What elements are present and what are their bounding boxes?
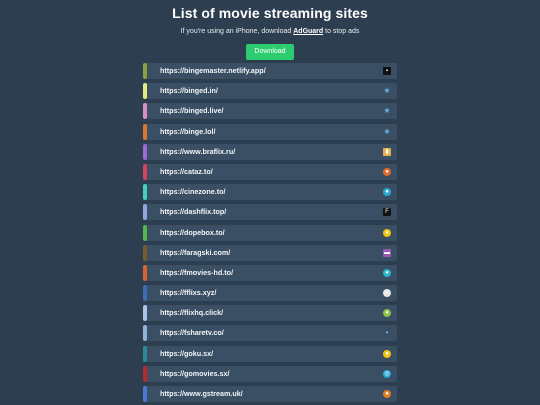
subtitle-text-suffix: to stop ads bbox=[323, 28, 360, 35]
page: List of movie streaming sites If you're … bbox=[0, 0, 540, 405]
accent-bar bbox=[143, 63, 147, 79]
site-url-link[interactable]: https://dashflix.top/ bbox=[160, 204, 226, 220]
subtitle: If you're using an iPhone, download AdGu… bbox=[0, 27, 540, 37]
fflixs-icon: ◐ bbox=[383, 289, 391, 298]
fmovies-icon: ● bbox=[383, 268, 391, 277]
cinezone-icon: ● bbox=[383, 188, 391, 197]
site-list-item[interactable]: https://goku.sx/ ● bbox=[143, 345, 397, 362]
dashflix-icon: F bbox=[383, 208, 391, 217]
site-url-link[interactable]: https://binged.live/ bbox=[160, 103, 224, 119]
flixhq-icon: ● bbox=[383, 309, 391, 318]
site-list-item[interactable]: https://dashflix.top/F bbox=[143, 204, 397, 221]
subtitle-text: If you're using an iPhone, download bbox=[180, 28, 294, 35]
accent-bar bbox=[143, 365, 147, 382]
accent-bar bbox=[143, 163, 147, 180]
site-list-item[interactable]: https://www.braflix.ru/ ▮ bbox=[143, 143, 397, 160]
popcorn-icon: ▮ bbox=[383, 147, 391, 156]
accent-bar bbox=[143, 143, 147, 160]
accent-bar bbox=[143, 184, 147, 201]
accent-bar bbox=[143, 103, 147, 120]
site-url-link[interactable]: https://cinezone.to/ bbox=[160, 184, 225, 200]
fsharetv-icon: • bbox=[385, 328, 389, 338]
accent-bar bbox=[143, 244, 147, 261]
star-icon: ★ bbox=[383, 126, 391, 136]
site-list-item[interactable]: https://www.gstream.uk/ ● bbox=[143, 386, 397, 402]
site-list-item[interactable]: https://fflixs.xyz/ ◐ bbox=[143, 285, 397, 302]
accent-bar bbox=[143, 204, 147, 221]
accent-bar bbox=[143, 345, 147, 362]
site-url-link[interactable]: https://goku.sx/ bbox=[160, 346, 213, 362]
site-url-link[interactable]: https://dopebox.to/ bbox=[160, 225, 225, 241]
site-list-item[interactable]: https://binged.in/ ★ bbox=[143, 83, 397, 100]
accent-bar bbox=[143, 264, 147, 281]
adguard-link[interactable]: AdGuard bbox=[293, 28, 323, 35]
goku-icon: ● bbox=[383, 349, 391, 358]
site-list-item[interactable]: https://gomovies.sx/ ◎ bbox=[143, 365, 397, 382]
download-wrap: Download bbox=[0, 40, 540, 60]
download-button[interactable]: Download bbox=[246, 44, 294, 60]
accent-bar bbox=[143, 305, 147, 322]
site-list-item[interactable]: https://fmovies-hd.to/ ● bbox=[143, 264, 397, 281]
site-url-link[interactable]: https://fflixs.xyz/ bbox=[160, 285, 216, 301]
film-icon: ▪ bbox=[383, 67, 391, 75]
site-list-item[interactable]: https://dopebox.to/ ● bbox=[143, 224, 397, 241]
site-url-link[interactable]: https://bingemaster.netlify.app/ bbox=[160, 63, 266, 79]
site-list-item[interactable]: https://cataz.to/ ● bbox=[143, 163, 397, 180]
site-url-link[interactable]: https://binge.lol/ bbox=[160, 124, 216, 140]
site-url-link[interactable]: https://faragski.com/ bbox=[160, 245, 230, 261]
accent-bar bbox=[143, 224, 147, 241]
gstream-icon: ● bbox=[383, 390, 391, 398]
site-url-link[interactable]: https://flixhq.click/ bbox=[160, 305, 223, 321]
accent-bar bbox=[143, 83, 147, 100]
site-list-item[interactable]: https://cinezone.to/ ● bbox=[143, 184, 397, 201]
site-list-item[interactable]: https://flixhq.click/ ● bbox=[143, 305, 397, 322]
accent-bar bbox=[143, 123, 147, 140]
cataz-icon: ● bbox=[383, 167, 391, 176]
accent-bar bbox=[143, 386, 147, 402]
accent-bar bbox=[143, 285, 147, 302]
site-list: https://bingemaster.netlify.app/▪ https:/… bbox=[143, 63, 397, 405]
site-url-link[interactable]: https://gomovies.sx/ bbox=[160, 366, 230, 382]
gomovies-icon: ◎ bbox=[383, 369, 391, 378]
site-url-link[interactable]: https://fsharetv.co/ bbox=[160, 325, 224, 341]
star-icon: ★ bbox=[383, 106, 391, 116]
site-list-item[interactable]: https://binge.lol/ ★ bbox=[143, 123, 397, 140]
site-url-link[interactable]: https://www.gstream.uk/ bbox=[160, 386, 243, 402]
dopebox-icon: ● bbox=[383, 228, 391, 237]
site-list-item[interactable]: https://binged.live/ ★ bbox=[143, 103, 397, 120]
site-url-link[interactable]: https://fmovies-hd.to/ bbox=[160, 265, 233, 281]
site-url-link[interactable]: https://cataz.to/ bbox=[160, 164, 213, 180]
page-title: List of movie streaming sites bbox=[172, 5, 368, 21]
site-list-item[interactable]: https://faragski.com/ ▬ bbox=[143, 244, 397, 261]
accent-bar bbox=[143, 325, 147, 342]
faragski-icon: ▬ bbox=[383, 248, 391, 257]
site-url-link[interactable]: https://binged.in/ bbox=[160, 83, 218, 99]
site-list-item[interactable]: https://bingemaster.netlify.app/ ▪ bbox=[143, 63, 397, 79]
star-icon: ★ bbox=[383, 86, 391, 96]
site-list-item[interactable]: https://fsharetv.co/ • bbox=[143, 325, 397, 342]
site-url-link[interactable]: https://www.braflix.ru/ bbox=[160, 144, 235, 160]
